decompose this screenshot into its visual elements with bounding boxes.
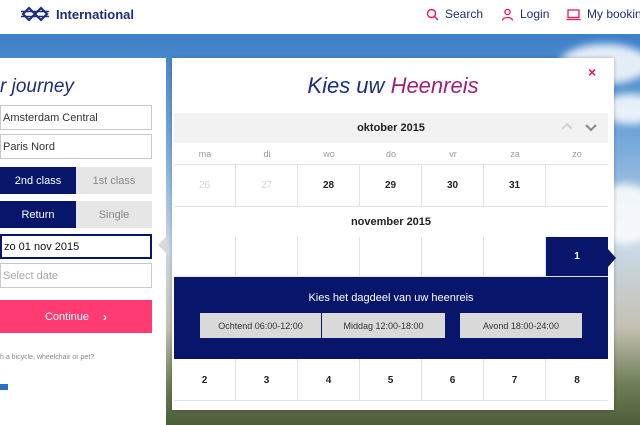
calendar: oktober 2015 ma di wo do vr za zo 26 27 …	[174, 113, 616, 401]
date-picker-modal: Kies uw Heenreis × oktober 2015 ma di wo…	[172, 58, 616, 410]
second-class-option[interactable]: 2nd class	[0, 167, 76, 194]
bookings-label: My bookings	[587, 7, 640, 21]
ns-logo-icon[interactable]	[21, 6, 49, 22]
amex-card-icon	[0, 384, 8, 390]
calendar-day[interactable]: 5	[360, 359, 422, 401]
month-header-october: oktober 2015	[174, 113, 608, 143]
header-bookings-link[interactable]: My bookings	[566, 7, 640, 21]
calendar-day	[546, 165, 608, 206]
calendar-week-row: 1	[174, 237, 616, 277]
single-option[interactable]: Single	[76, 201, 152, 228]
calendar-day[interactable]: 8	[546, 359, 608, 401]
month-label: november 2015	[350, 216, 432, 228]
departure-date-input[interactable]: zo 01 nov 2015	[0, 234, 152, 259]
weekday-label: do	[385, 149, 396, 159]
calendar-day[interactable]: 30	[422, 165, 484, 206]
day-part-selector: Kies het dagdeel van uw heenreis Ochtend…	[174, 277, 608, 359]
calendar-day[interactable]: 29	[360, 165, 422, 206]
afternoon-button[interactable]: Middag 12:00-18:00	[322, 313, 445, 338]
first-class-option[interactable]: 1st class	[76, 167, 152, 194]
user-icon	[501, 8, 514, 21]
extra-options-link[interactable]: h a bicycle, wheelchair or pet?	[0, 354, 94, 361]
return-option[interactable]: Return	[0, 201, 76, 228]
close-icon[interactable]: ×	[588, 64, 596, 80]
search-icon	[426, 8, 439, 20]
calendar-day: 26	[174, 165, 236, 206]
morning-button[interactable]: Ochtend 06:00-12:00	[200, 313, 321, 338]
header-login-link[interactable]: Login	[501, 7, 549, 21]
trip-type-toggle: Return Single	[0, 201, 152, 228]
day-part-title: Kies het dagdeel van uw heenreis	[308, 292, 474, 304]
modal-title-part2: Heenreis	[390, 73, 479, 98]
calendar-day	[422, 237, 484, 276]
journey-form: r journey Amsterdam Central Paris Nord 2…	[0, 58, 166, 425]
calendar-week-row: 2 3 4 5 6 7 8	[174, 359, 608, 401]
weekday-label: wo	[323, 149, 335, 159]
weekday-label: di	[263, 149, 271, 159]
weekday-label: ma	[198, 149, 212, 159]
calendar-day[interactable]: 6	[422, 359, 484, 401]
month-header-november: november 2015	[174, 207, 608, 237]
modal-title-part1: Kies uw	[307, 73, 385, 98]
calendar-day	[236, 237, 298, 276]
calendar-day	[484, 237, 546, 276]
weekday-label: vr	[449, 149, 457, 159]
calendar-day	[174, 237, 236, 276]
from-station-input[interactable]: Amsterdam Central	[0, 105, 152, 130]
calendar-day	[360, 237, 422, 276]
calendar-day[interactable]: 7	[484, 359, 546, 401]
selected-calendar-day[interactable]: 1	[546, 237, 616, 276]
evening-button[interactable]: Avond 18:00-24:00	[460, 313, 582, 338]
calendar-day	[298, 237, 360, 276]
calendar-week-row: 26 27 28 29 30 31	[174, 165, 608, 207]
popover-pointer	[158, 236, 167, 254]
return-date-input[interactable]: Select date	[0, 263, 152, 288]
calendar-day[interactable]: 2	[174, 359, 236, 401]
calendar-day: 27	[236, 165, 298, 206]
modal-title: Kies uw Heenreis	[172, 73, 614, 99]
calendar-day[interactable]: 3	[236, 359, 298, 401]
search-label: Search	[445, 7, 484, 21]
calendar-day[interactable]: 31	[484, 165, 546, 206]
chevron-down-icon[interactable]	[584, 120, 598, 134]
chevron-right-icon: ›	[103, 309, 108, 324]
continue-label: Continue	[44, 310, 90, 323]
form-title: r journey	[0, 76, 74, 97]
class-toggle: 2nd class 1st class	[0, 167, 152, 194]
weekday-label: zo	[572, 149, 582, 159]
top-header: International Search Login My bookings	[0, 0, 640, 34]
brand-name[interactable]: International	[56, 7, 134, 22]
continue-button[interactable]: Continue ›	[0, 300, 152, 333]
to-station-input[interactable]: Paris Nord	[0, 134, 152, 159]
month-label: oktober 2015	[357, 122, 425, 134]
laptop-icon	[566, 8, 581, 20]
login-label: Login	[520, 7, 550, 21]
calendar-day[interactable]: 28	[298, 165, 360, 206]
chevron-up-icon[interactable]	[560, 120, 574, 134]
weekday-label: za	[510, 149, 520, 159]
weekday-header: ma di wo do vr za zo	[174, 143, 608, 165]
header-search-link[interactable]: Search	[426, 7, 483, 21]
calendar-day[interactable]: 4	[298, 359, 360, 401]
